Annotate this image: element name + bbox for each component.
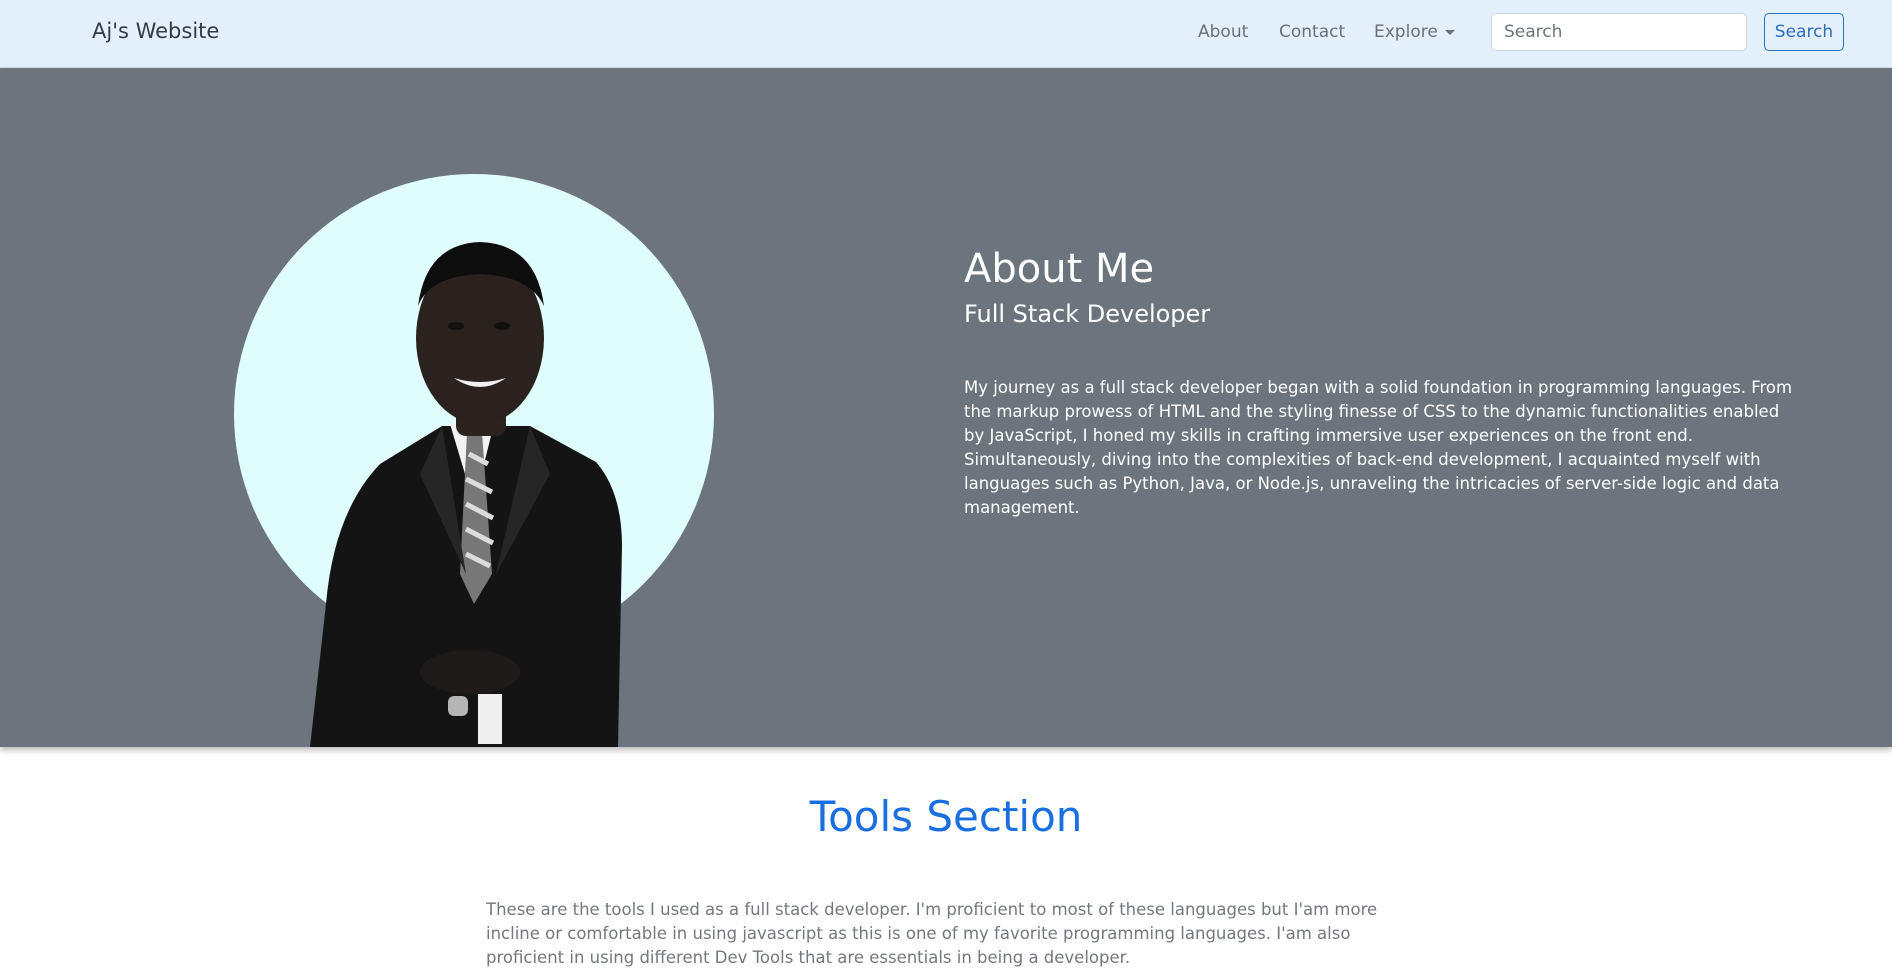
nav-dropdown-explore[interactable]: Explore	[1374, 22, 1455, 42]
top-navbar: Aj's Website About Contact Explore Searc…	[0, 0, 1892, 68]
nav-dropdown-label: Explore	[1374, 22, 1438, 42]
brand-link[interactable]: Aj's Website	[92, 19, 219, 43]
nav-link-about[interactable]: About	[1198, 22, 1248, 42]
tools-section-title: Tools Section	[809, 792, 1083, 841]
tools-paragraph: These are the tools I used as a full sta…	[486, 900, 1378, 967]
role-subtitle: Full Stack Developer	[964, 300, 1211, 328]
profile-portrait	[234, 174, 714, 747]
search-input[interactable]	[1491, 13, 1747, 51]
about-paragraph: My journey as a full stack developer beg…	[964, 378, 1793, 517]
caret-down-icon	[1444, 29, 1455, 35]
about-hero: About Me Full Stack Developer My journey…	[0, 68, 1892, 747]
search-button[interactable]: Search	[1764, 13, 1844, 51]
nav-link-contact[interactable]: Contact	[1279, 22, 1345, 42]
about-title: About Me	[964, 246, 1155, 292]
